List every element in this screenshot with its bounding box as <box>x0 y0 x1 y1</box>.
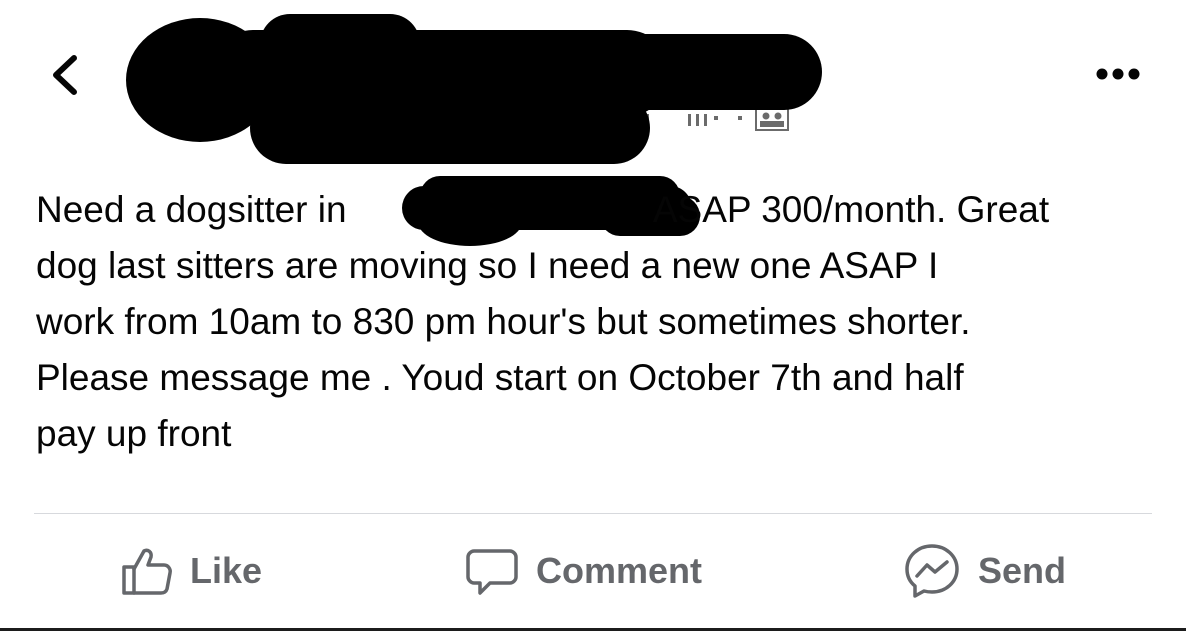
post-line-2: dog last sitters are moving so I need a … <box>36 245 939 286</box>
post-line-4: Please message me . Youd start on Octobe… <box>36 357 964 398</box>
more-options-button[interactable] <box>1090 62 1146 86</box>
comment-button[interactable]: Comment <box>464 530 702 612</box>
actions-divider <box>34 513 1152 514</box>
comment-bubble-icon <box>466 549 518 595</box>
like-button[interactable]: Like <box>118 530 262 612</box>
messenger-icon <box>905 544 959 598</box>
post-body: Need a dogsitter in ASAP 300/month. Grea… <box>36 182 1156 462</box>
post-line-1b: ASAP 300/month. Great <box>652 189 1050 230</box>
bottom-edge <box>0 628 1186 637</box>
post-header <box>0 0 1186 160</box>
ellipsis-horizontal-icon <box>1096 68 1140 80</box>
comment-label: Comment <box>536 550 703 591</box>
like-label: Like <box>190 550 263 591</box>
post-actions-bar: Like Comment Send <box>0 530 1186 612</box>
chevron-left-icon <box>53 55 77 95</box>
post-line-5: pay up front <box>36 413 232 454</box>
post-line-3: work from 10am to 830 pm hour's but some… <box>36 301 971 342</box>
thumbs-up-icon <box>122 548 172 595</box>
post-line-1: Need a dogsitter in <box>36 189 347 230</box>
send-label: Send <box>978 550 1067 591</box>
send-button[interactable]: Send <box>902 530 1066 612</box>
back-button[interactable] <box>44 50 88 100</box>
